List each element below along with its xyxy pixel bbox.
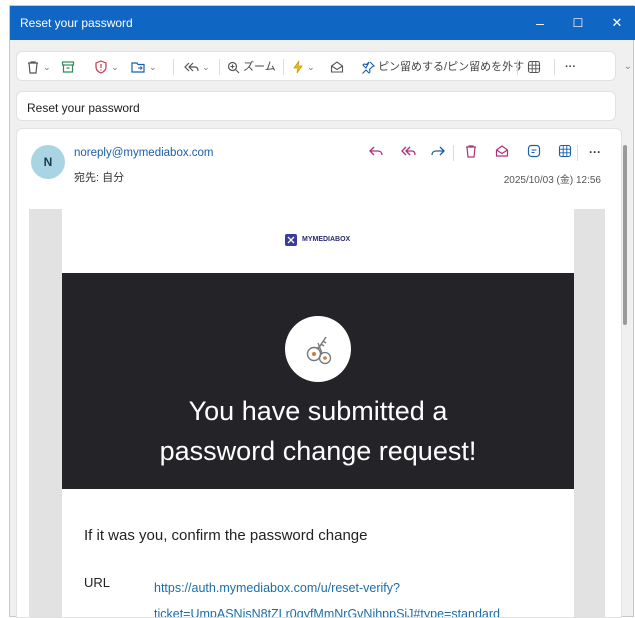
shield-icon [95, 60, 107, 74]
lightning-icon [293, 60, 303, 74]
hero-line-2: password change request! [159, 436, 477, 466]
reading-pane: N noreply@mymediabox.com 宛先: 自分 2025/10/… [16, 128, 622, 618]
archive-button[interactable] [61, 52, 75, 82]
logo-mark-icon [285, 234, 297, 246]
zoom-label: ズーム [243, 61, 276, 73]
chevron-down-icon: ⌄ [307, 62, 315, 72]
hero-heading: You have submitted a password change req… [62, 391, 574, 471]
vertical-scrollbar[interactable] [623, 139, 627, 579]
chevron-down-icon: ⌄ [111, 62, 119, 72]
delete-button[interactable]: ⌄ [26, 52, 51, 82]
more-options-button[interactable]: ··· [565, 52, 576, 82]
trash-icon [466, 145, 476, 158]
folder-move-icon [131, 62, 145, 73]
toolbar-divider [219, 59, 220, 75]
reply-all-icon [401, 146, 416, 156]
recipient-line: 宛先: 自分 [74, 172, 125, 184]
mark-read-button[interactable] [330, 52, 344, 82]
envelope-open-icon [495, 145, 509, 157]
action-divider [453, 145, 454, 161]
pin-label: ピン留めする/ピン留めを外す [378, 61, 525, 73]
toolbar-divider [173, 59, 174, 75]
move-button[interactable]: ⌄ [131, 52, 157, 82]
reset-link-line-1[interactable]: https://auth.mymediabox.com/u/reset-veri… [154, 575, 564, 601]
ribbon-expand-icon[interactable]: ⌄ [624, 61, 632, 72]
grid-icon [558, 144, 572, 158]
reset-link-line-2[interactable]: ticket=UmpASNjsN8tZLr0gyfMmNrGvNjhppSiJ#… [154, 601, 564, 617]
report-button[interactable]: ⌄ [94, 52, 119, 82]
hero-banner: You have submitted a password change req… [62, 273, 574, 489]
grid-icon [527, 61, 541, 74]
zoom-button[interactable]: ズーム [227, 52, 276, 82]
email-body: MYMEDIABOX You have submitted a password… [62, 209, 574, 617]
zoom-icon [227, 61, 240, 73]
key-badge [285, 316, 351, 382]
trash-icon [28, 61, 38, 74]
url-label: URL [84, 575, 111, 590]
scrollbar-thumb[interactable] [623, 145, 627, 325]
confirm-heading: If it was you, confirm the password chan… [84, 527, 368, 544]
apps-button[interactable] [527, 52, 541, 82]
forward-icon [431, 146, 445, 156]
chevron-down-icon: ⌄ [43, 62, 51, 72]
reply-all-button[interactable] [397, 141, 419, 163]
apps-button[interactable] [554, 141, 576, 163]
delete-button[interactable] [460, 141, 482, 163]
subject-bar: Reset your password [16, 91, 616, 121]
reply-icon [369, 146, 383, 156]
envelope-open-icon [330, 61, 344, 73]
reset-link[interactable]: https://auth.mymediabox.com/u/reset-veri… [154, 575, 564, 617]
more-actions-button[interactable]: ··· [584, 141, 606, 163]
mark-read-button[interactable] [491, 141, 513, 163]
key-icon [306, 336, 332, 365]
message-date: 2025/10/03 (金) 12:56 [503, 175, 601, 186]
action-divider [577, 145, 578, 161]
minimize-button[interactable]: – [529, 12, 551, 34]
toolbar-divider [283, 59, 284, 75]
maximize-button[interactable]: ☐ [567, 12, 589, 34]
title-bar: Reset your password – ☐ ✕ [10, 6, 635, 40]
pin-button[interactable]: ピン留めする/ピン留めを外す [362, 52, 524, 82]
subject-text: Reset your password [27, 101, 140, 115]
reply-all-icon [184, 62, 199, 72]
sender-address[interactable]: noreply@mymediabox.com [74, 147, 214, 159]
teams-share-button[interactable] [523, 141, 545, 163]
archive-icon [61, 61, 75, 73]
hero-line-1: You have submitted a [188, 396, 448, 426]
reply-button[interactable] [365, 141, 387, 163]
close-button[interactable]: ✕ [606, 12, 628, 34]
pin-icon [362, 61, 375, 74]
chevron-down-icon: ⌄ [202, 62, 210, 72]
chevron-down-icon: ⌄ [149, 62, 157, 72]
chat-icon [527, 144, 541, 158]
toolbar-divider [554, 59, 555, 75]
avatar[interactable]: N [31, 145, 65, 179]
logo-text: MYMEDIABOX [302, 236, 351, 243]
window-title: Reset your password [20, 16, 133, 30]
quick-steps-button[interactable]: ⌄ [292, 52, 315, 82]
reply-all-button[interactable]: ⌄ [183, 52, 210, 82]
forward-button[interactable] [427, 141, 449, 163]
toolbar-divider [517, 59, 518, 75]
toolbar: ⌄ ⌄ ⌄ ⌄ ズーム ⌄ ピン留めする/ピン留めを外す ··· ⌄ [16, 51, 632, 82]
email-window: Reset your password – ☐ ✕ ⌄ ⌄ ⌄ ⌄ ズーム ⌄ … [9, 5, 635, 618]
